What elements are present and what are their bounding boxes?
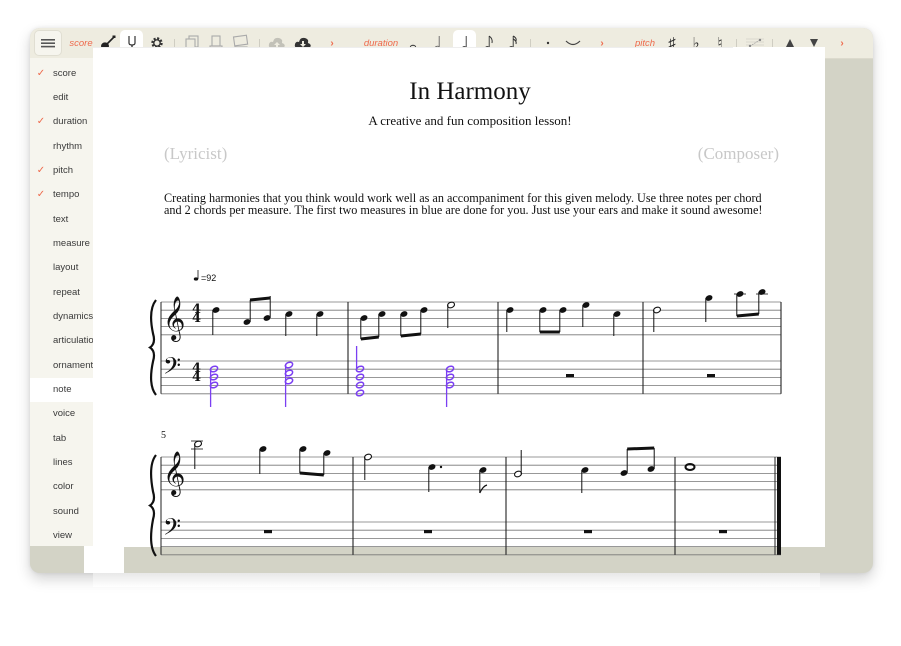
bass-clef: 𝄢 <box>163 352 181 385</box>
beam <box>736 312 759 318</box>
flag <box>479 484 488 494</box>
beam <box>299 471 324 477</box>
tempo-text: =92 <box>201 273 216 283</box>
whole-rest <box>707 374 715 378</box>
brace <box>148 454 157 557</box>
measure-number: 5 <box>161 430 166 441</box>
bass-clef: 𝄢 <box>163 513 181 546</box>
beam <box>360 335 379 341</box>
music-notation[interactable]: =92 5 𝄞𝄢4444𝄞𝄢 <box>0 0 901 646</box>
whole-rest <box>424 530 432 534</box>
beam <box>249 296 271 302</box>
tempo-marking[interactable]: =92 <box>193 270 216 283</box>
brace <box>148 299 157 396</box>
beam <box>627 446 655 451</box>
chord-note <box>355 381 365 389</box>
chord-note <box>355 389 365 397</box>
beam <box>400 332 421 338</box>
time-signature: 4 <box>192 370 201 385</box>
time-signature: 4 <box>192 311 201 326</box>
final-barline <box>777 457 781 555</box>
whole-rest <box>264 530 272 534</box>
whole-rest <box>566 374 574 378</box>
treble-clef: 𝄞 <box>163 296 185 342</box>
whole-rest <box>719 530 727 534</box>
whole-note <box>684 463 696 471</box>
dot <box>439 465 443 469</box>
treble-clef: 𝄞 <box>163 451 185 497</box>
whole-rest <box>584 530 592 534</box>
tempo-note-icon <box>193 277 199 281</box>
